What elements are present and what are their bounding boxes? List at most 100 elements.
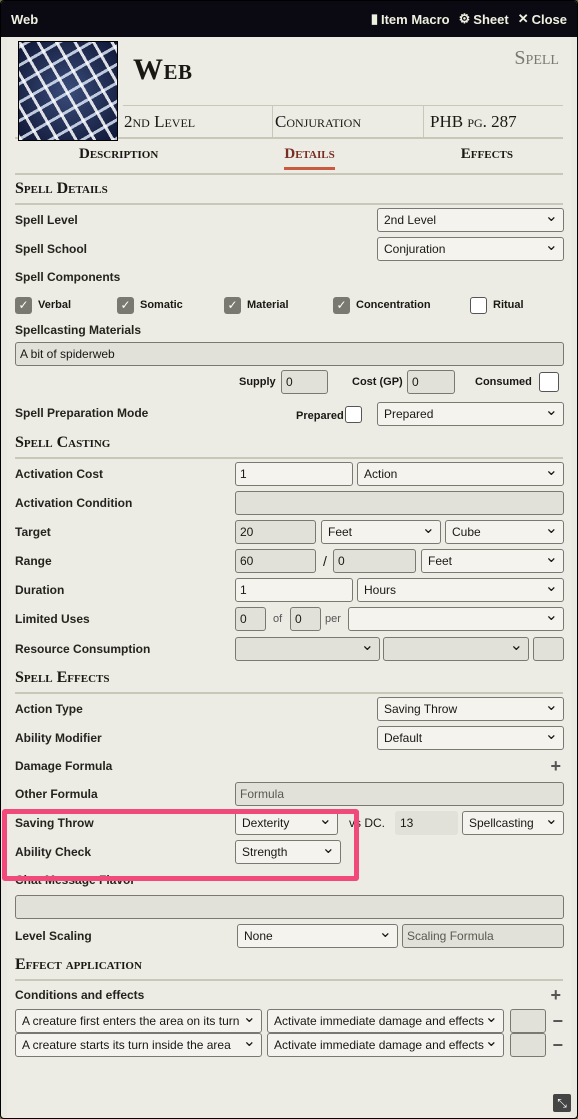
checkbox-verbal[interactable]: ✓ — [15, 296, 32, 314]
activation-cost-input[interactable]: 1 — [235, 461, 353, 486]
action-type-select[interactable]: Saving Throw — [377, 696, 564, 721]
vs-dc-label: vs DC. — [349, 815, 385, 830]
close-button[interactable]: ✕ Close — [518, 11, 567, 27]
tab-description[interactable]: Description — [79, 146, 158, 166]
ability-check-select[interactable]: Strength — [235, 839, 341, 864]
resource-target-select[interactable] — [383, 636, 529, 661]
component-ritual[interactable]: Ritual — [470, 296, 524, 314]
range-long-input[interactable]: 0 — [333, 548, 416, 573]
condition-trigger-select[interactable]: A creature starts its turn inside the ar… — [15, 1033, 262, 1057]
saving-throw-row: Saving Throw Dexterity vs DC. 13 Spellca… — [15, 808, 564, 837]
damage-formula-row: Damage Formula + — [15, 752, 563, 780]
prep-mode-label: Spell Preparation Mode — [15, 406, 149, 420]
ability-check-row: Ability Check Strength — [15, 837, 563, 866]
materials-input[interactable]: A bit of spiderweb — [15, 342, 564, 366]
duration-label: Duration — [15, 582, 65, 597]
spell-components-label: Spell Components — [15, 270, 121, 284]
summary-source[interactable]: PHB pg. 287 — [424, 106, 563, 137]
resize-handle-icon[interactable]: ⤡ — [553, 1094, 571, 1112]
spell-level-select[interactable]: 2nd Level — [377, 207, 564, 232]
add-condition-icon[interactable]: + — [550, 985, 561, 1006]
chat-flavor-input-row — [15, 894, 564, 920]
action-type-row: Action Type Saving Throw — [15, 694, 564, 723]
component-concentration[interactable]: ✓ Concentration — [333, 296, 470, 314]
remove-condition-icon[interactable]: − — [552, 1011, 563, 1032]
spell-school-label: Spell School — [15, 241, 88, 256]
sheet-button[interactable]: ⚙ Sheet — [459, 11, 509, 27]
spell-portrait[interactable] — [18, 41, 118, 141]
duration-value-input[interactable]: 1 — [235, 577, 353, 602]
level-scaling-label: Level Scaling — [15, 928, 92, 943]
add-damage-icon[interactable]: + — [550, 756, 561, 777]
level-scaling-select[interactable]: None — [237, 923, 398, 948]
activation-condition-label: Activation Condition — [15, 495, 133, 510]
close-icon: ✕ — [517, 11, 529, 26]
tab-effects[interactable]: Effects — [461, 146, 513, 166]
duration-row: Duration 1 Hours — [15, 575, 564, 604]
condition-action-select[interactable]: Activate immediate damage and effects — [267, 1033, 504, 1057]
uses-value-input[interactable]: 0 — [235, 606, 266, 631]
component-concentration-label: Concentration — [356, 299, 431, 311]
prepared-label: Prepared — [296, 410, 344, 422]
component-verbal[interactable]: ✓ Verbal — [15, 296, 117, 314]
target-units-select[interactable]: Feet — [321, 519, 441, 544]
target-row: Target 20 Feet Cube — [15, 517, 564, 546]
duration-units-select[interactable]: Hours — [357, 577, 564, 602]
resource-amount-input[interactable] — [533, 636, 564, 661]
dc-value-input[interactable]: 13 — [395, 810, 458, 835]
dc-type-select[interactable]: Spellcasting — [462, 810, 564, 835]
checkbox-material[interactable]: ✓ — [224, 296, 241, 314]
uses-per-select[interactable] — [348, 606, 564, 631]
ability-mod-select[interactable]: Default — [377, 725, 564, 750]
resource-row: Resource Consumption — [15, 633, 564, 664]
activation-type-select[interactable]: Action — [357, 461, 564, 486]
other-formula-input[interactable]: Formula — [235, 782, 564, 806]
range-value-input[interactable]: 60 — [235, 548, 316, 573]
limited-uses-label: Limited Uses — [15, 611, 90, 626]
checkbox-concentration[interactable]: ✓ — [333, 296, 350, 314]
sheet-label: Sheet — [473, 11, 509, 27]
cost-label: Cost (GP) — [352, 376, 403, 388]
window-titlebar[interactable]: Web ▮ Item Macro ⚙ Sheet ✕ Close — [1, 1, 577, 37]
checkbox-ritual[interactable] — [470, 296, 487, 314]
item-macro-button[interactable]: ▮ Item Macro — [371, 11, 450, 27]
condition-trigger-select[interactable]: A creature first enters the area on its … — [15, 1009, 262, 1033]
target-type-select[interactable]: Cube — [445, 519, 564, 544]
action-type-label: Action Type — [15, 701, 83, 716]
supply-label: Supply — [239, 376, 276, 388]
resource-label: Resource Consumption — [15, 641, 151, 656]
item-macro-label: Item Macro — [380, 11, 450, 27]
consumed-checkbox[interactable] — [539, 372, 559, 392]
scaling-formula-input[interactable]: Scaling Formula — [402, 923, 564, 948]
condition-value-input[interactable] — [510, 1033, 546, 1057]
component-somatic[interactable]: ✓ Somatic — [117, 296, 224, 314]
remove-condition-icon[interactable]: − — [552, 1035, 563, 1056]
activation-cost-label: Activation Cost — [15, 466, 104, 481]
condition-action-select[interactable]: Activate immediate damage and effects — [267, 1009, 504, 1033]
chat-flavor-row: Chat Message Flavor — [15, 866, 563, 894]
component-material[interactable]: ✓ Material — [224, 296, 333, 314]
spell-school-select[interactable]: Conjuration — [377, 236, 564, 261]
prepared-checkbox[interactable] — [345, 406, 362, 423]
resource-type-select[interactable] — [235, 636, 380, 661]
saving-throw-select[interactable]: Dexterity — [235, 810, 338, 835]
materials-input-row: A bit of spiderweb — [15, 341, 564, 367]
supply-input[interactable]: 0 — [281, 370, 328, 394]
checkbox-somatic[interactable]: ✓ — [117, 296, 134, 314]
book-icon: ▮ — [370, 11, 378, 26]
prep-mode-select[interactable]: Prepared — [377, 402, 564, 426]
item-name[interactable]: Web — [133, 53, 193, 87]
uses-max-input[interactable]: 0 — [290, 606, 321, 631]
section-spell-casting: Spell Casting — [15, 429, 563, 459]
condition-value-input[interactable] — [510, 1009, 546, 1033]
activation-condition-input[interactable] — [235, 490, 564, 515]
tab-details[interactable]: Details — [284, 146, 336, 170]
conditions-label: Conditions and effects — [15, 988, 145, 1002]
component-verbal-label: Verbal — [38, 299, 72, 311]
ability-check-label: Ability Check — [15, 844, 92, 859]
target-value-input[interactable]: 20 — [235, 519, 316, 544]
range-units-select[interactable]: Feet — [421, 548, 564, 573]
materials-label-row: Spellcasting Materials — [15, 319, 563, 341]
chat-flavor-input[interactable] — [15, 895, 564, 919]
cost-input[interactable]: 0 — [407, 370, 455, 394]
